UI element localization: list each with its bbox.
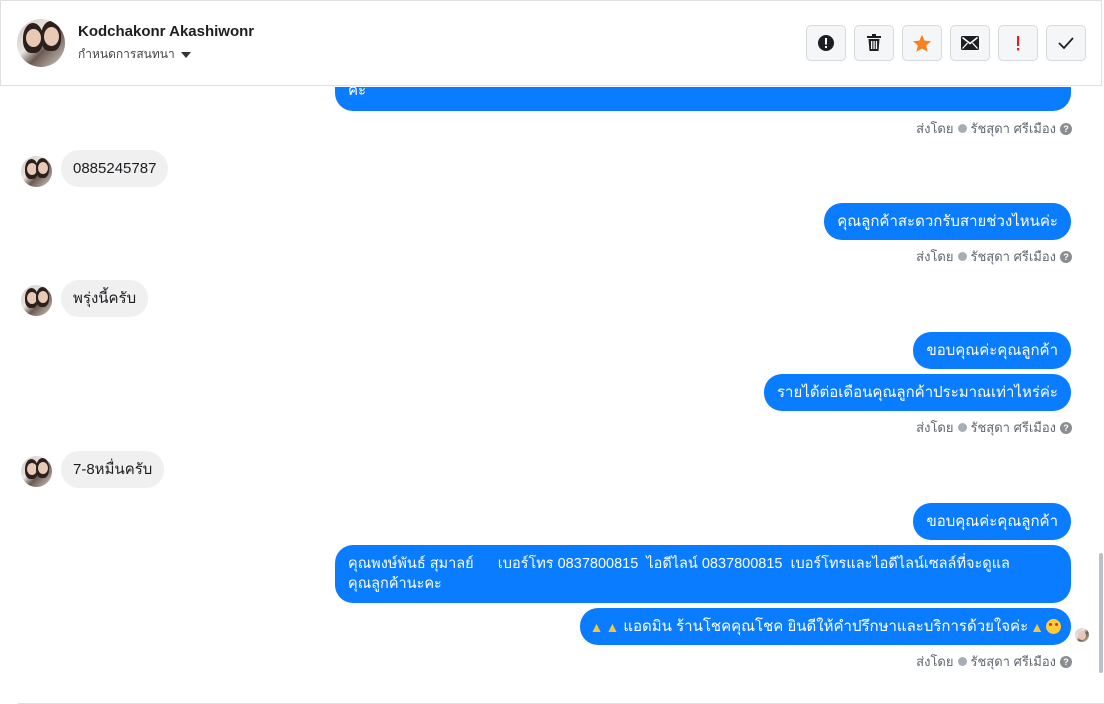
conversation-settings-dropdown[interactable]: กำหนดการสนทนา (78, 45, 191, 64)
help-icon[interactable]: ? (1060, 250, 1072, 263)
important-button[interactable] (998, 25, 1038, 61)
message-bubble-outgoing[interactable]: ขอบคุณค่ะคุณลูกค้า (913, 332, 1071, 369)
sent-by-agent: รัชสุดา ศรีเมือง (970, 654, 1057, 669)
message-text: ขอบคุณค่ะคุณลูกค้า (926, 512, 1058, 530)
folded-hands-icon: ▲ (605, 618, 620, 635)
sent-by-info: ส่งโดย รัชสุดา ศรีเมือง ? (916, 651, 1072, 672)
agent-status-icon (957, 423, 967, 432)
message-text-line: คุณพงษ์พันธ์ สุมาลย์ เบอร์โทร 0837800815… (348, 556, 1010, 572)
trash-icon (867, 34, 881, 51)
alert-circle-icon (818, 35, 834, 51)
scrollbar[interactable] (1099, 553, 1103, 673)
message-bubble-outgoing[interactable]: ขอบคุณค่ะคุณลูกค้า (913, 503, 1071, 540)
message-bubble-outgoing[interactable]: รายได้ต่อเดือนคุณลูกค้าประมาณเท่าไหร่ค่ะ (764, 374, 1071, 411)
sent-by-agent: รัชสุดา ศรีเมือง (970, 121, 1057, 136)
star-button[interactable] (902, 25, 942, 61)
contact-name[interactable]: Kodchakonr Akashiwonr (78, 23, 254, 40)
message-bubble-incoming[interactable]: พรุ่งนี้ครับ (61, 280, 149, 317)
message-thread[interactable]: คะ ส่งโดย รัชสุดา ศรีเมือง ? 0885245787 … (0, 87, 1104, 704)
message-text: คะ (348, 87, 367, 99)
help-icon[interactable]: ? (1060, 655, 1072, 668)
folded-hands-icon: ▲ (589, 618, 604, 635)
message-bubble-incoming[interactable]: 0885245787 (61, 150, 169, 187)
spam-button[interactable] (806, 25, 846, 61)
message-bubble-outgoing[interactable]: ▲ ▲ แอดมิน ร้านโชคคุณโชค ยินดีให้คำปรึกษ… (579, 608, 1071, 645)
folded-hands-icon: ▲ (1030, 618, 1044, 635)
message-text: 0885245787 (73, 159, 157, 177)
contact-avatar[interactable] (21, 156, 52, 187)
message-bubble-outgoing[interactable]: คะ (335, 87, 1071, 111)
help-icon[interactable]: ? (1060, 122, 1072, 135)
message-text: 7-8หมื่นครับ (73, 460, 153, 478)
sent-by-info: ส่งโดย รัชสุดา ศรีเมือง ? (916, 417, 1072, 438)
conversation-settings-label: กำหนดการสนทนา (78, 47, 175, 61)
message-text: แอดมิน ร้านโชคคุณโชค ยินดีให้คำปรึกษาและ… (623, 617, 1029, 635)
exclamation-icon (1017, 36, 1020, 51)
message-text-line: คุณลูกค้านะคะ (348, 576, 442, 592)
sent-by-agent: รัชสุดา ศรีเมือง (970, 420, 1057, 435)
conversation-header: Kodchakonr Akashiwonr กำหนดการสนทนา (0, 0, 1102, 86)
message-text: คุณลูกค้าสะดวกรับสายช่วงไหนค่ะ (837, 212, 1058, 230)
mark-unread-button[interactable] (950, 25, 990, 61)
envelope-icon (961, 36, 979, 50)
star-icon (913, 34, 931, 52)
contact-avatar[interactable] (21, 285, 52, 316)
sent-by-info: ส่งโดย รัชสุดา ศรีเมือง ? (916, 246, 1072, 267)
contact-avatar[interactable] (21, 456, 52, 487)
message-text: พรุ่งนี้ครับ (73, 289, 137, 307)
sent-by-prefix: ส่งโดย (916, 654, 954, 669)
contact-avatar[interactable] (17, 19, 65, 67)
delete-button[interactable] (854, 25, 894, 61)
agent-status-icon (957, 124, 967, 133)
done-button[interactable] (1046, 25, 1086, 61)
message-bubble-incoming[interactable]: 7-8หมื่นครับ (61, 451, 165, 488)
sent-by-agent: รัชสุดา ศรีเมือง (970, 249, 1057, 264)
smiling-face-hearts-icon (1046, 619, 1061, 634)
agent-status-icon (957, 657, 967, 666)
message-text: ขอบคุณค่ะคุณลูกค้า (926, 341, 1058, 359)
sent-by-prefix: ส่งโดย (916, 420, 954, 435)
sent-by-prefix: ส่งโดย (916, 121, 954, 136)
agent-status-icon (957, 252, 967, 261)
seen-by-avatar (1075, 628, 1089, 642)
message-bubble-outgoing[interactable]: คุณพงษ์พันธ์ สุมาลย์ เบอร์โทร 0837800815… (335, 545, 1071, 603)
sent-by-prefix: ส่งโดย (916, 249, 954, 264)
help-icon[interactable]: ? (1060, 421, 1072, 434)
message-bubble-outgoing[interactable]: คุณลูกค้าสะดวกรับสายช่วงไหนค่ะ (824, 203, 1071, 240)
message-text: รายได้ต่อเดือนคุณลูกค้าประมาณเท่าไหร่ค่ะ (777, 383, 1058, 401)
checkmark-icon (1058, 37, 1074, 50)
caret-down-icon (180, 51, 191, 58)
sent-by-info: ส่งโดย รัชสุดา ศรีเมือง ? (916, 118, 1072, 139)
